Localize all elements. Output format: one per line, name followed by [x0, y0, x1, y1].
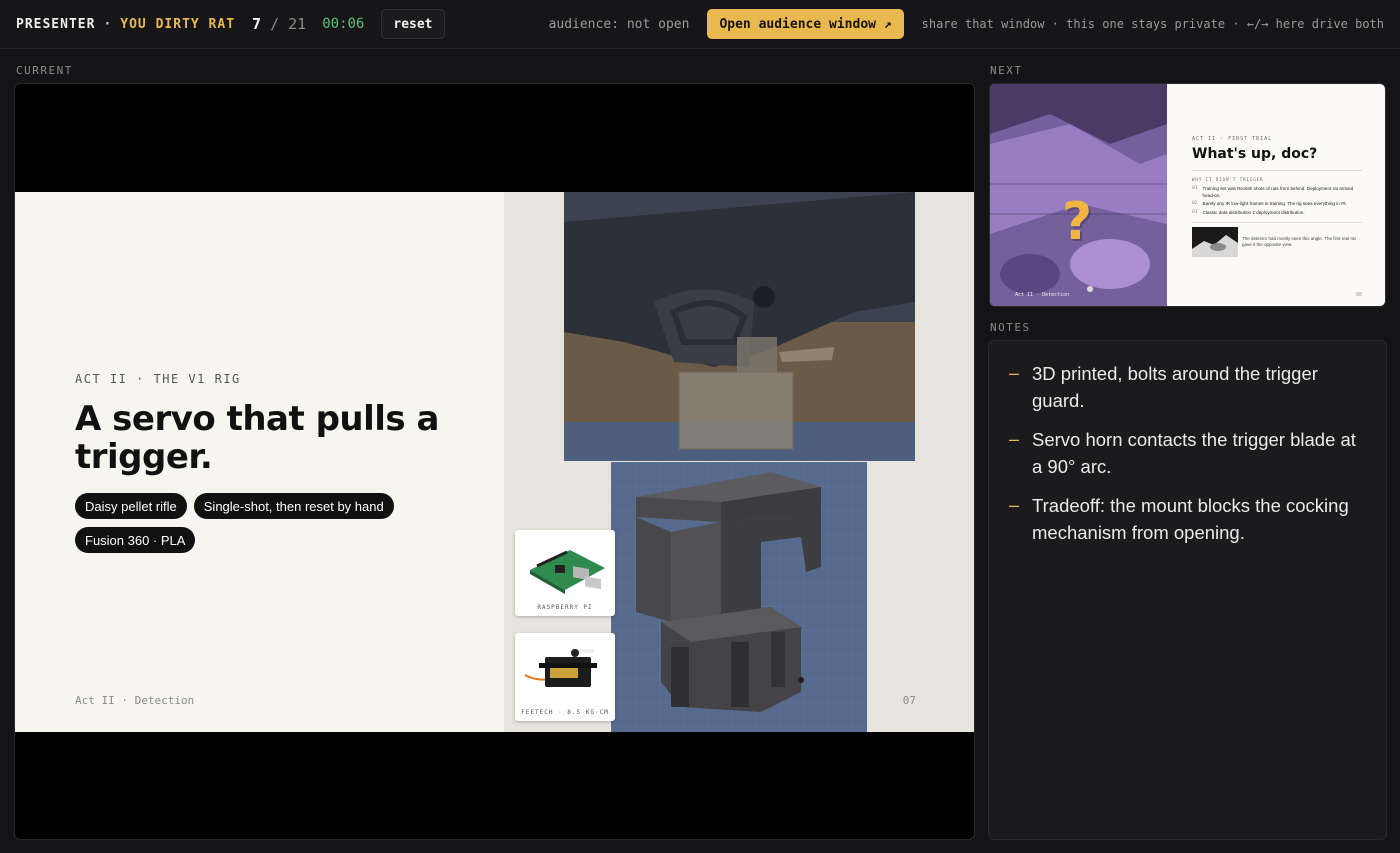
app-brand: PRESENTER · YOU DIRTY RAT: [16, 17, 235, 32]
cad-mount-render: [611, 462, 867, 732]
slide-media-column: RASPBERRY PI FEETECH · 8.5 KG·CM: [504, 192, 974, 732]
list-item: 02 Barely any IR low-light frames in trai…: [1192, 201, 1364, 208]
next-slide-caption: The detector had mostly seen this angle.…: [1242, 236, 1356, 247]
deck-title: YOU DIRTY RAT: [120, 16, 236, 32]
list-item-number: 02: [1192, 201, 1198, 206]
next-slide-preview[interactable]: ? Act II · Detection ACT II · FIRST TRIA…: [989, 83, 1386, 307]
list-item-number: 01: [1192, 186, 1198, 191]
list-item: 01 Training set was Reolink shots of rats…: [1192, 186, 1364, 199]
slide-total: 21: [288, 15, 307, 33]
slide-headline: A servo that pulls a trigger.: [75, 399, 439, 477]
slide-current: 7: [252, 15, 262, 33]
slide-text-column: ACT II · THE V1 RIG A servo that pulls a…: [15, 192, 504, 732]
note-item: – Tradeoff: the mount blocks the cocking…: [1009, 492, 1366, 546]
note-text: Servo horn contacts the trigger blade at…: [1032, 429, 1356, 477]
reset-button[interactable]: reset: [381, 9, 445, 39]
list-item-text: Classic data distribution ≠ deployment d…: [1202, 209, 1305, 215]
slide-counter-separator: /: [270, 15, 280, 33]
brand-separator: ·: [103, 16, 113, 32]
servo-caption: FEETECH · 8.5 KG·CM: [521, 709, 609, 716]
chip-single-shot: Single-shot, then reset by hand: [193, 493, 394, 519]
list-item-text: Barely any IR low-light frames in traini…: [1202, 201, 1347, 206]
next-slide-divider: [1192, 222, 1362, 223]
list-item: 03 Classic data distribution ≠ deployment…: [1192, 210, 1364, 217]
brand-presenter: PRESENTER: [16, 16, 96, 32]
servo-card: FEETECH · 8.5 KG·CM: [515, 633, 615, 721]
raspberry-pi-image: [530, 550, 605, 594]
slide-page-number: 07: [902, 694, 916, 707]
next-slide-text: ACT II · FIRST TRIAL What's up, doc? WHY…: [1167, 84, 1385, 306]
servo-image: [524, 649, 597, 687]
next-slide-page-number: 08: [1355, 292, 1362, 298]
next-slide-thumbnail: [1192, 227, 1238, 257]
next-slide-divider: [1192, 170, 1362, 171]
note-dash: –: [1009, 495, 1020, 515]
speaker-notes: – 3D printed, bolts around the trigger g…: [988, 340, 1387, 840]
list-item-number: 03: [1192, 209, 1198, 215]
next-slide-footer: Act II · Detection: [1015, 292, 1070, 298]
note-dash: –: [1009, 363, 1020, 383]
chip-rifle: Daisy pellet rifle: [75, 493, 187, 519]
audience-status: audience: not open: [548, 16, 690, 32]
note-item: – 3D printed, bolts around the trigger g…: [1009, 360, 1366, 414]
note-text: Tradeoff: the mount blocks the cocking m…: [1032, 495, 1349, 543]
raspberry-pi-caption: RASPBERRY PI: [537, 604, 593, 611]
note-item: – Servo horn contacts the trigger blade …: [1009, 426, 1366, 480]
keyboard-hint: share that window · this one stays priva…: [921, 17, 1384, 31]
next-slide-subhead: WHY IT DIDN'T TRIGGER: [1192, 177, 1264, 182]
slide-footer: Act II · Detection: [75, 694, 195, 707]
elapsed-timer: 00:06: [322, 16, 365, 32]
note-text: 3D printed, bolts around the trigger gua…: [1032, 363, 1318, 411]
slide-chips: Daisy pellet rifle Single-shot, then res…: [75, 493, 475, 553]
next-slide-title: What's up, doc?: [1192, 146, 1318, 162]
notes-label: NOTES: [990, 321, 1031, 334]
raspberry-pi-card: RASPBERRY PI: [515, 530, 615, 616]
slide-kicker: ACT II · THE V1 RIG: [75, 372, 241, 386]
next-label: NEXT: [990, 64, 1023, 77]
open-audience-window-button[interactable]: Open audience window ↗: [707, 9, 904, 39]
rifle-trigger-photo: [564, 192, 915, 461]
note-dash: –: [1009, 429, 1020, 449]
current-slide-frame[interactable]: ACT II · THE V1 RIG A servo that pulls a…: [14, 83, 975, 840]
slide-counter: 7 / 21: [252, 15, 306, 33]
next-slide-list: 01 Training set was Reolink shots of rats…: [1192, 186, 1364, 218]
presenter-toolbar: PRESENTER · YOU DIRTY RAT 7 / 21 00:06 res…: [0, 0, 1400, 49]
chip-fusion: Fusion 360 · PLA: [75, 527, 196, 553]
next-slide-image: ? Act II · Detection: [990, 84, 1167, 306]
current-slide: ACT II · THE V1 RIG A servo that pulls a…: [15, 192, 974, 732]
current-label: CURRENT: [16, 64, 73, 77]
list-item-text: Training set was Reolink shots of rats f…: [1202, 186, 1354, 198]
next-slide-kicker: ACT II · FIRST TRIAL: [1192, 136, 1273, 142]
next-slide-question-mark: ?: [1062, 192, 1093, 252]
